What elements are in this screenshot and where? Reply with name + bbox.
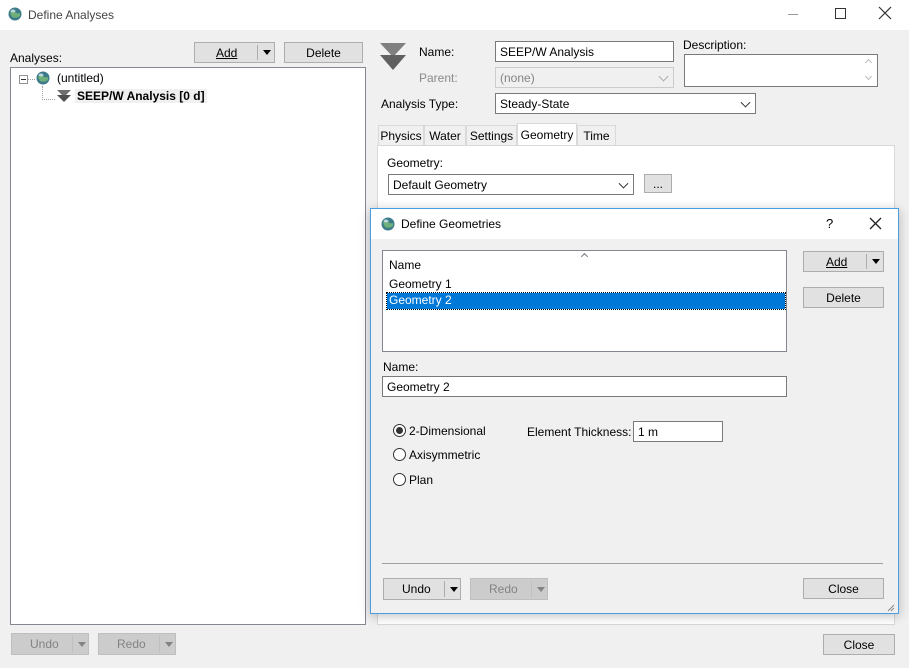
redo-button[interactable]: Redo xyxy=(98,633,176,655)
close-icon[interactable] xyxy=(878,6,892,20)
chevron-down-icon xyxy=(618,178,629,189)
description-label: Description: xyxy=(683,38,747,52)
add-analysis-label: Add xyxy=(216,45,238,60)
analyses-label: Analyses: xyxy=(10,51,63,65)
add-analysis-button[interactable]: Add xyxy=(194,42,275,63)
chevron-down-icon xyxy=(740,97,751,108)
radio-2d[interactable]: 2-Dimensional xyxy=(393,423,513,439)
parent-select-value: (none) xyxy=(500,70,535,85)
dropdown-arrow-icon[interactable] xyxy=(450,587,458,592)
radio-2d-indicator[interactable] xyxy=(393,424,406,437)
radio-axisymmetric-label: Axisymmetric xyxy=(409,448,481,462)
divider xyxy=(382,563,883,564)
geometry-select[interactable]: Default Geometry xyxy=(388,174,634,195)
description-textarea[interactable] xyxy=(684,54,878,87)
list-item-selected[interactable]: Geometry 2 xyxy=(386,292,786,310)
tab-water[interactable]: Water xyxy=(424,125,466,145)
close-button[interactable]: Close xyxy=(823,634,895,655)
geometry-select-value: Default Geometry xyxy=(393,177,488,192)
analysis-type-label: Analysis Type: xyxy=(381,97,459,111)
dropdown-arrow-icon[interactable] xyxy=(263,50,271,55)
delete-analysis-button[interactable]: Delete xyxy=(284,42,363,63)
geometry-name-label: Name: xyxy=(383,360,419,374)
analyses-tree[interactable]: (untitled) SEEP/W Analysis [0 d] xyxy=(10,67,366,625)
analysis-name-input[interactable]: SEEP/W Analysis xyxy=(495,41,674,62)
name-label: Name: xyxy=(419,45,455,59)
redo-label: Redo xyxy=(117,637,146,651)
seep-large-icon xyxy=(380,43,406,71)
add-geometry-label: Add xyxy=(826,254,848,269)
analysis-type-value: Steady-State xyxy=(500,96,570,111)
dropdown-arrow-icon xyxy=(165,642,173,647)
dialog-undo-label: Undo xyxy=(402,582,431,596)
radio-plan-label: Plan xyxy=(409,473,434,487)
list-item[interactable]: Geometry 1 xyxy=(387,277,785,293)
tab-time[interactable]: Time xyxy=(577,125,616,145)
geometry-name-input[interactable]: Geometry 2 xyxy=(382,376,787,397)
dialog-redo-button[interactable]: Redo xyxy=(470,578,548,600)
scroll-down-icon[interactable] xyxy=(864,72,873,81)
sort-ascending-icon xyxy=(580,252,589,261)
minimize-icon[interactable] xyxy=(788,14,798,15)
geometry-label: Geometry: xyxy=(387,156,444,170)
radio-2d-label: 2-Dimensional xyxy=(409,424,486,438)
define-geometries-dialog: Define Geometries ? Name Geometry 1 Geom… xyxy=(370,208,899,614)
dropdown-arrow-icon[interactable] xyxy=(872,259,880,264)
dialog-globe-icon xyxy=(381,217,395,231)
dropdown-arrow-icon xyxy=(78,642,86,647)
scroll-up-icon[interactable] xyxy=(864,58,873,67)
title-bar: Define Analyses xyxy=(0,0,909,30)
list-header-name[interactable]: Name xyxy=(389,258,421,272)
undo-label: Undo xyxy=(30,637,59,651)
dialog-close-button[interactable]: Close xyxy=(803,578,884,599)
radio-plan-indicator[interactable] xyxy=(393,473,406,486)
tab-physics[interactable]: Physics xyxy=(378,125,424,145)
chevron-down-icon xyxy=(658,71,669,82)
window-title: Define Analyses xyxy=(28,8,115,22)
dialog-title: Define Geometries xyxy=(401,217,502,231)
dialog-undo-button[interactable]: Undo xyxy=(383,578,461,600)
element-thickness-input[interactable]: 1 m xyxy=(633,421,723,442)
resize-grip-icon[interactable] xyxy=(885,601,895,612)
delete-geometry-button[interactable]: Delete xyxy=(803,287,884,308)
tab-settings[interactable]: Settings xyxy=(466,125,517,145)
tree-child-label[interactable]: SEEP/W Analysis [0 d] xyxy=(75,89,207,103)
seep-analysis-icon xyxy=(57,89,71,103)
browse-geometry-button[interactable]: ... xyxy=(644,174,672,193)
tree-root-label[interactable]: (untitled) xyxy=(57,71,104,85)
dialog-title-bar: Define Geometries ? xyxy=(371,209,898,239)
analysis-type-select[interactable]: Steady-State xyxy=(495,93,756,114)
element-thickness-label: Element Thickness: xyxy=(527,425,632,439)
dropdown-arrow-icon xyxy=(537,587,545,592)
maximize-icon[interactable] xyxy=(835,8,846,19)
project-globe-icon xyxy=(36,71,50,85)
tab-geometry[interactable]: Geometry xyxy=(517,123,577,146)
add-geometry-button[interactable]: Add xyxy=(803,251,884,272)
parent-label: Parent: xyxy=(419,71,458,85)
app-globe-icon xyxy=(8,7,22,21)
dialog-close-icon[interactable] xyxy=(869,217,882,230)
geometry-list[interactable]: Name Geometry 1 Geometry 2 xyxy=(382,250,787,352)
radio-plan[interactable]: Plan xyxy=(393,472,513,488)
radio-axisymmetric[interactable]: Axisymmetric xyxy=(393,447,513,463)
collapse-toggle-icon[interactable] xyxy=(19,75,28,84)
dialog-redo-label: Redo xyxy=(489,582,518,596)
undo-button[interactable]: Undo xyxy=(11,633,89,655)
parent-select[interactable]: (none) xyxy=(495,67,674,88)
help-icon[interactable]: ? xyxy=(826,216,833,231)
radio-axisymmetric-indicator[interactable] xyxy=(393,448,406,461)
